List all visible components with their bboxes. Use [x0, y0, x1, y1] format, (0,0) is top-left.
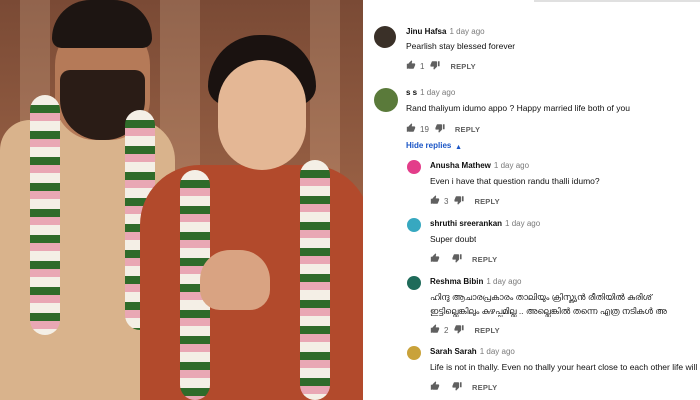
scroll-indicator	[534, 0, 700, 2]
thumbs-up-icon[interactable]	[406, 123, 416, 135]
avatar[interactable]	[407, 160, 421, 174]
timestamp[interactable]: 1 day ago	[449, 27, 484, 36]
comment-actions: 3 REPLY	[430, 195, 500, 207]
thumbs-down-icon[interactable]	[452, 253, 462, 265]
author-name[interactable]: Anusha Mathew	[430, 161, 491, 170]
comment-actions: REPLY	[430, 381, 497, 393]
wedding-photo	[0, 0, 363, 400]
avatar[interactable]	[374, 88, 398, 112]
author-name[interactable]: shruthi sreerankan	[430, 219, 502, 228]
comment-header: shruthi sreerankan 1 day ago	[430, 219, 540, 228]
thumbs-down-icon[interactable]	[452, 381, 462, 393]
comment-text: Super doubt	[430, 234, 477, 244]
like-count: 19	[420, 124, 429, 134]
comment-header: Reshma Bibin 1 day ago	[430, 277, 521, 286]
hide-replies-button[interactable]: Hide replies ▼	[406, 141, 462, 150]
author-name[interactable]: Jinu Hafsa	[406, 27, 446, 36]
author-name[interactable]: Sarah Sarah	[430, 347, 477, 356]
timestamp[interactable]: 1 day ago	[505, 219, 540, 228]
thumbs-up-icon[interactable]	[430, 324, 440, 336]
comment-actions: REPLY	[430, 253, 497, 265]
comment-header: Anusha Mathew 1 day ago	[430, 161, 529, 170]
thumbs-down-icon[interactable]	[430, 60, 441, 72]
thumbs-down-icon[interactable]	[454, 195, 465, 207]
reply-button[interactable]: REPLY	[472, 255, 497, 264]
comment-text: Life is not in thally. Even no thally yo…	[430, 362, 700, 372]
comment-actions: 2 REPLY	[430, 324, 500, 336]
comment-text: Pearlish stay blessed forever	[406, 41, 516, 51]
timestamp[interactable]: 1 day ago	[480, 347, 515, 356]
reply-button[interactable]: REPLY	[474, 326, 499, 335]
thumbs-up-icon[interactable]	[430, 381, 440, 393]
comment-text-line2: ഇട്ടില്ലെങ്കിലും കുഴപ്പമില്ല .. അല്ലെങ്ക…	[430, 306, 667, 316]
like-count: 1	[420, 61, 425, 71]
timestamp[interactable]: 1 day ago	[486, 277, 521, 286]
author-name[interactable]: s s	[406, 88, 417, 97]
reply-button[interactable]: REPLY	[474, 197, 499, 206]
comment-actions: 19 REPLY	[406, 123, 480, 135]
author-name[interactable]: Reshma Bibin	[430, 277, 483, 286]
comment-text: Rand thaliyum idumo appo ? Happy married…	[406, 103, 630, 113]
hide-replies-label: Hide replies	[406, 141, 452, 150]
like-count: 2	[444, 325, 449, 335]
comment-text: ഹിന്ദു ആചാരപ്രകാരം താലിയും ക്രിസ്ത്യൻ രീ…	[430, 292, 652, 302]
avatar[interactable]	[407, 218, 421, 232]
comment-header: s s1 day ago	[406, 88, 455, 97]
thumbs-up-icon[interactable]	[406, 60, 416, 72]
comment-header: Jinu Hafsa 1 day ago	[406, 27, 485, 36]
chevron-up-icon: ▼	[455, 143, 463, 150]
thumbs-down-icon[interactable]	[435, 123, 445, 135]
reply-button[interactable]: REPLY	[450, 62, 475, 71]
comment-actions: 1 REPLY	[406, 60, 476, 72]
comment-text: Even i have that question randu thalli i…	[430, 176, 600, 186]
avatar[interactable]	[407, 346, 421, 360]
reply-button[interactable]: REPLY	[472, 383, 497, 392]
reply-button[interactable]: REPLY	[455, 125, 480, 134]
timestamp[interactable]: 1 day ago	[494, 161, 529, 170]
timestamp[interactable]: 1 day ago	[420, 88, 455, 97]
like-count: 3	[444, 196, 449, 206]
thumbs-up-icon[interactable]	[430, 253, 440, 265]
thumbs-up-icon[interactable]	[430, 195, 440, 207]
avatar[interactable]	[374, 26, 396, 48]
thumbs-down-icon[interactable]	[454, 324, 465, 336]
avatar[interactable]	[407, 276, 421, 290]
comments-panel: Jinu Hafsa 1 day ago Pearlish stay blesse…	[364, 0, 700, 400]
comment-header: Sarah Sarah 1 day ago	[430, 347, 515, 356]
